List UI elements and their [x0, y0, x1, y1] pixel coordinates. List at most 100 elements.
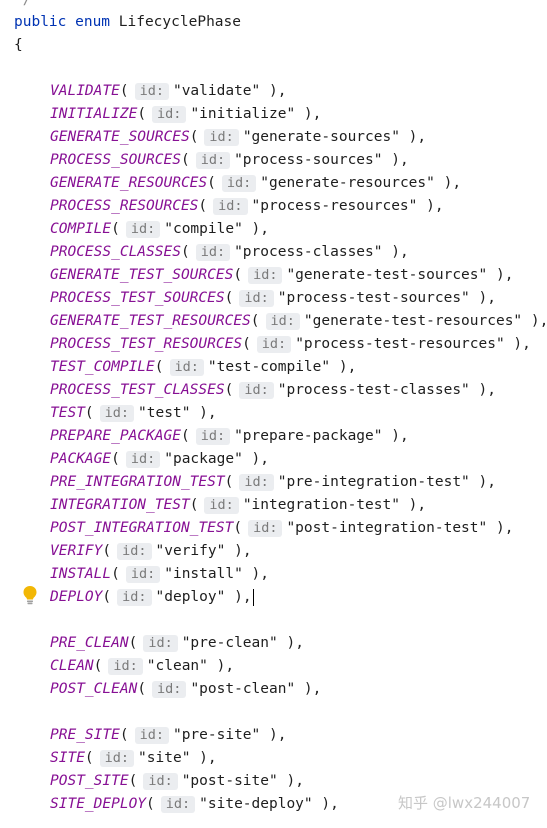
constant-name: SITE: [50, 750, 85, 766]
enum-constant-line[interactable]: PRE_INTEGRATION_TEST(id: "pre-integration…: [50, 471, 496, 494]
constant-name: COMPILE: [50, 221, 112, 237]
enum-constant-line[interactable]: GENERATE_TEST_SOURCES(id: "generate-test-…: [50, 264, 513, 287]
parameter-hint: id:: [152, 681, 187, 698]
enum-constant-line[interactable]: PROCESS_CLASSES(id: "process-classes" ),: [50, 241, 409, 264]
open-paren: (: [84, 405, 94, 421]
enum-declaration[interactable]: public enum LifecyclePhase: [14, 11, 241, 34]
parameter-hint: id:: [239, 474, 274, 491]
open-paren: (: [128, 635, 138, 651]
enum-constant-line[interactable]: CLEAN(id: "clean" ),: [50, 655, 234, 678]
enum-constant-line[interactable]: PROCESS_TEST_SOURCES(id: "process-test-so…: [50, 287, 496, 310]
parameter-hint: id:: [195, 244, 231, 261]
enum-constant-line[interactable]: SITE_DEPLOY(id: "site-deploy" ),: [50, 793, 339, 816]
enum-constant-line[interactable]: TEST(id: "test" ),: [50, 402, 217, 425]
open-paren: (: [111, 566, 120, 582]
constant-name: PRE_CLEAN: [50, 635, 129, 651]
constant-value: "clean": [146, 658, 208, 674]
parameter-hint: id:: [99, 405, 135, 422]
open-paren: (: [102, 589, 112, 605]
parameter-hint: id:: [160, 796, 196, 813]
parameter-hint: id:: [117, 543, 152, 560]
close-suffix: ),: [225, 589, 252, 605]
constant-name: GENERATE_TEST_SOURCES: [50, 267, 234, 283]
close-suffix: ),: [487, 520, 514, 536]
enum-constant-line[interactable]: DEPLOY(id: "deploy" ),: [50, 586, 254, 609]
enum-constant-line[interactable]: SITE(id: "site" ),: [50, 747, 217, 770]
open-paren: (: [102, 543, 112, 559]
enum-name: LifecyclePhase: [118, 14, 241, 30]
constant-value: "compile": [164, 221, 243, 237]
parameter-hint: id:: [265, 313, 300, 330]
constant-name: PRE_INTEGRATION_TEST: [50, 474, 225, 490]
parameter-hint: id:: [108, 658, 143, 675]
parameter-hint: id:: [213, 198, 248, 215]
enum-constant-line[interactable]: POST_INTEGRATION_TEST(id: "post-integrati…: [50, 517, 513, 540]
open-paren: (: [250, 313, 260, 329]
enum-constant-line[interactable]: VALIDATE(id: "validate" ),: [50, 80, 286, 103]
close-suffix: ),: [469, 474, 496, 490]
open-paren: (: [242, 336, 251, 352]
open-paren: (: [224, 474, 234, 490]
constant-name: CLEAN: [50, 658, 94, 674]
constant-value: "validate": [172, 83, 261, 99]
lightbulb-icon[interactable]: [22, 585, 38, 605]
enum-constant-line[interactable]: COMPILE(id: "compile" ),: [50, 218, 269, 241]
constant-value: "test-compile": [207, 359, 331, 375]
constant-value: "process-classes": [234, 244, 383, 260]
close-suffix: ),: [277, 773, 304, 789]
open-paren: (: [189, 129, 199, 145]
enum-constant-line[interactable]: PROCESS_RESOURCES(id: "process-resources"…: [50, 195, 444, 218]
enum-constant-line[interactable]: PROCESS_TEST_RESOURCES(id: "process-test-…: [50, 333, 531, 356]
enum-constant-line[interactable]: INITIALIZE(id: "initialize" ),: [50, 103, 321, 126]
parameter-hint: id:: [221, 175, 257, 192]
parameter-hint: id:: [204, 497, 239, 514]
open-paren: (: [233, 520, 243, 536]
open-paren: (: [93, 658, 103, 674]
parameter-hint: id:: [143, 773, 178, 790]
enum-constant-line[interactable]: GENERATE_RESOURCES(id: "generate-resource…: [50, 172, 461, 195]
parameter-hint: id:: [239, 290, 274, 307]
enum-constant-line[interactable]: TEST_COMPILE(id: "test-compile" ),: [50, 356, 356, 379]
enum-constant-line[interactable]: POST_SITE(id: "post-site" ),: [50, 770, 304, 793]
enum-constant-line[interactable]: PREPARE_PACKAGE(id: "prepare-package" ),: [50, 425, 409, 448]
constant-value: "generate-test-sources": [286, 267, 488, 283]
constant-name: PROCESS_SOURCES: [50, 152, 181, 168]
open-paren: (: [180, 152, 190, 168]
enum-constant-line[interactable]: VERIFY(id: "verify" ),: [50, 540, 252, 563]
parameter-hint: id:: [248, 520, 283, 537]
open-paren: (: [146, 796, 155, 812]
open-paren: (: [180, 244, 190, 260]
enum-constant-line[interactable]: PRE_SITE(id: "pre-site" ),: [50, 724, 286, 747]
open-paren: (: [84, 750, 94, 766]
close-suffix: ),: [504, 336, 531, 352]
close-suffix: ),: [312, 796, 339, 812]
constant-value: "pre-clean": [181, 635, 278, 651]
enum-constant-line[interactable]: GENERATE_TEST_RESOURCES(id: "generate-tes…: [50, 310, 547, 333]
constant-name: GENERATE_SOURCES: [50, 129, 190, 145]
constant-value: "process-test-sources": [277, 290, 470, 306]
enum-constant-line[interactable]: INTEGRATION_TEST(id: "integration-test" )…: [50, 494, 426, 517]
parameter-hint: id:: [134, 83, 169, 100]
constant-value: "verify": [155, 543, 226, 559]
constant-name: INSTALL: [50, 566, 112, 582]
close-suffix: ),: [382, 428, 409, 444]
close-suffix: ),: [522, 313, 547, 329]
enum-constant-line[interactable]: INSTALL(id: "install" ),: [50, 563, 269, 586]
enum-constant-line[interactable]: PRE_CLEAN(id: "pre-clean" ),: [50, 632, 304, 655]
enum-constant-line[interactable]: PROCESS_TEST_CLASSES(id: "process-test-cl…: [50, 379, 496, 402]
enum-constant-line[interactable]: POST_CLEAN(id: "post-clean" ),: [50, 678, 321, 701]
enum-constant-line[interactable]: PACKAGE(id: "package" ),: [50, 448, 269, 471]
close-suffix: ),: [190, 405, 217, 421]
constant-name: TEST_COMPILE: [50, 359, 155, 375]
constant-value: "post-integration-test": [286, 520, 488, 536]
enum-constant-line[interactable]: GENERATE_SOURCES(id: "generate-sources" )…: [50, 126, 426, 149]
code-editor[interactable]: */ public enum LifecyclePhase { VALIDATE…: [0, 0, 547, 828]
open-brace: {: [14, 37, 23, 53]
enum-constant-line[interactable]: PROCESS_SOURCES(id: "process-sources" ),: [50, 149, 409, 172]
constant-name: PROCESS_TEST_SOURCES: [50, 290, 225, 306]
parameter-hint: id:: [152, 106, 187, 123]
close-suffix: ),: [242, 451, 270, 467]
parameter-hint: id:: [99, 750, 135, 767]
text-caret: [252, 588, 254, 606]
close-suffix: ),: [434, 175, 462, 191]
